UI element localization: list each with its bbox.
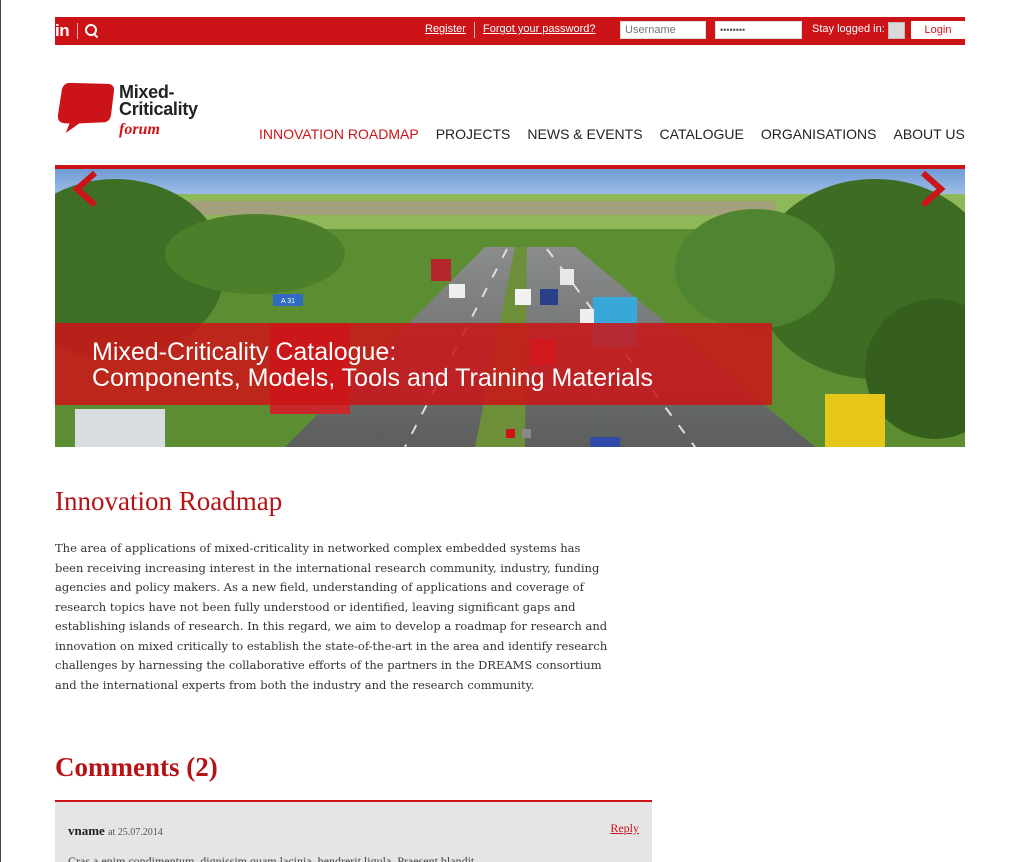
comment-text: Cras a enim condimentum, dignissim quam … — [68, 854, 475, 862]
username-input[interactable] — [620, 21, 706, 39]
topbar-link-divider — [474, 22, 475, 38]
password-input[interactable] — [715, 21, 802, 39]
logo-line-2: Criticality — [119, 99, 198, 119]
nav-news-events[interactable]: NEWS & EVENTS — [527, 126, 642, 142]
paragraph-line: The area of applications of mixed-critic… — [55, 541, 581, 555]
paragraph-line: and the international experts from both … — [55, 677, 535, 692]
topbar-divider — [77, 23, 79, 39]
paragraph-line: been receiving increasing interest in th… — [55, 560, 600, 575]
hero-caption-line-2: Components, Models, Tools and Training M… — [92, 364, 653, 392]
page-title: Innovation Roadmap — [55, 486, 283, 516]
hero-slider: A 31 Mixed-Criticality Catalogue: Compon… — [55, 169, 965, 447]
intro-paragraph: The area of applications of mixed-critic… — [55, 539, 655, 695]
paragraph-line: research topics have not been fully unde… — [55, 599, 576, 614]
nav-projects[interactable]: PROJECTS — [436, 126, 511, 142]
paragraph-line: innovation on mixed critically to establ… — [55, 638, 608, 653]
register-link[interactable]: Register — [425, 23, 466, 35]
login-button[interactable]: Login — [911, 21, 965, 39]
comment-author: vname — [68, 823, 105, 838]
reply-link[interactable]: Reply — [610, 821, 639, 836]
stay-logged-checkbox[interactable] — [888, 22, 905, 39]
comment-date: at 25.07.2014 — [108, 827, 163, 838]
site-logo[interactable]: Mixed- Criticality forum — [55, 78, 235, 138]
main-nav: INNOVATION ROADMAP PROJECTS NEWS & EVENT… — [259, 126, 965, 142]
chevron-left-icon[interactable] — [71, 169, 99, 209]
hero-caption[interactable]: Mixed-Criticality Catalogue: Components,… — [55, 323, 772, 405]
stay-logged-label: Stay logged in: — [812, 23, 885, 35]
nav-innovation-roadmap[interactable]: INNOVATION ROADMAP — [259, 126, 419, 142]
nav-organisations[interactable]: ORGANISATIONS — [761, 126, 877, 142]
speech-bubble-icon — [57, 82, 115, 134]
hero-image: A 31 — [55, 169, 965, 447]
hero-caption-line-1: Mixed-Criticality Catalogue: — [92, 338, 397, 366]
search-icon[interactable] — [84, 23, 100, 39]
nav-catalogue[interactable]: CATALOGUE — [660, 126, 744, 142]
paragraph-line: establishing islands of research. In thi… — [55, 619, 608, 633]
logo-line-3: forum — [119, 121, 160, 138]
paragraph-line: challenges by harnessing the collaborati… — [55, 658, 602, 672]
slider-dot-1[interactable] — [506, 429, 515, 438]
slider-dot-2[interactable] — [522, 429, 531, 438]
linkedin-icon[interactable]: in — [55, 21, 70, 41]
nav-about-us[interactable]: ABOUT US — [893, 126, 964, 142]
forgot-password-link[interactable]: Forgot your password? — [483, 23, 596, 35]
comments-heading: Comments (2) — [55, 752, 218, 782]
chevron-right-icon[interactable] — [919, 169, 947, 209]
comment-item: vname at 25.07.2014 Reply Cras a enim co… — [55, 800, 652, 862]
paragraph-line: agencies and policy makers. As a new fie… — [55, 580, 584, 594]
road-sign-label: A 31 — [281, 298, 295, 305]
top-bar: in Register Forgot your password? Stay l… — [55, 17, 965, 45]
